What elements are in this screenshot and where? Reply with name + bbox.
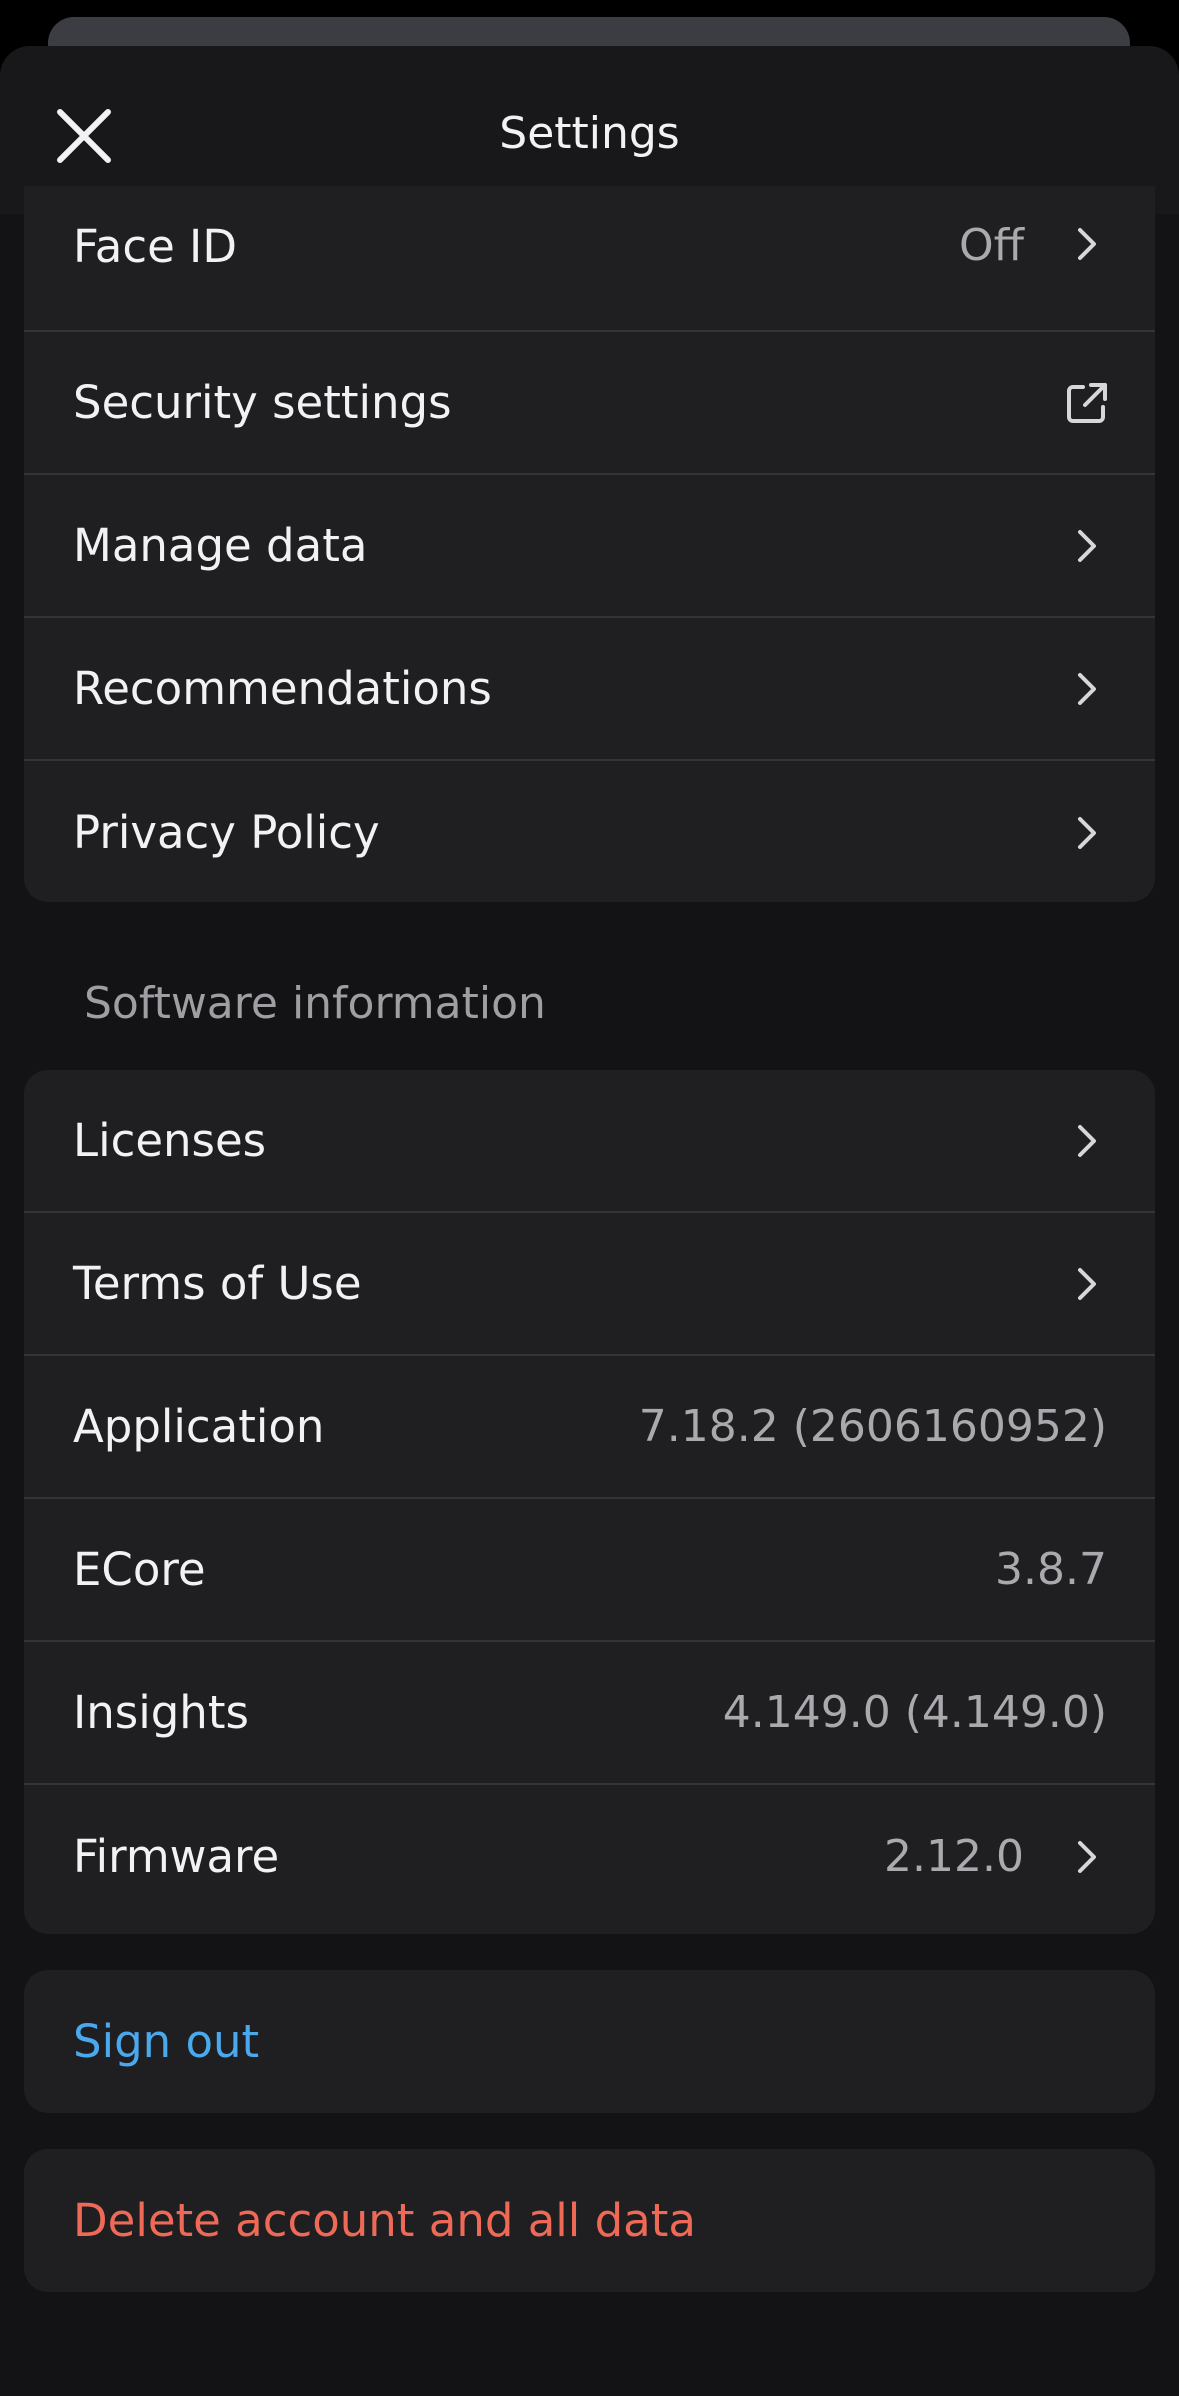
chevron-right-icon <box>1071 1121 1103 1161</box>
terms-of-use-row[interactable]: Terms of Use <box>24 1213 1155 1356</box>
close-button[interactable] <box>44 96 124 176</box>
firmware-version: 2.12.0 <box>884 1831 1024 1882</box>
external-link-icon <box>1067 382 1107 423</box>
delete-account-button[interactable]: Delete account and all data <box>24 2149 1155 2292</box>
chevron-right-icon <box>1071 224 1103 264</box>
sign-out-label: Sign out <box>73 2015 260 2068</box>
firmware-row[interactable]: Firmware 2.12.0 <box>24 1785 1155 1928</box>
section-title-software: Software information <box>84 978 546 1029</box>
ecore-version: 3.8.7 <box>995 1544 1107 1595</box>
manage-data-label: Manage data <box>73 519 368 572</box>
security-settings-row[interactable]: Security settings <box>24 332 1155 475</box>
delete-account-label: Delete account and all data <box>73 2194 696 2247</box>
chevron-right-icon <box>1071 669 1103 709</box>
terms-of-use-label: Terms of Use <box>73 1257 362 1310</box>
insights-label: Insights <box>73 1686 249 1739</box>
security-group: Face ID Off Security settings Manage dat… <box>24 186 1155 902</box>
close-icon <box>57 109 111 163</box>
face-id-row[interactable]: Face ID Off <box>24 186 1155 332</box>
licenses-label: Licenses <box>73 1114 267 1167</box>
recommendations-row[interactable]: Recommendations <box>24 618 1155 761</box>
software-group: Licenses Terms of Use Application 7.18.2… <box>24 1070 1155 1934</box>
ecore-label: ECore <box>73 1543 206 1596</box>
sign-out-button[interactable]: Sign out <box>24 1970 1155 2113</box>
settings-sheet: Settings Face ID Off Security settings M… <box>0 46 1179 2396</box>
insights-row: Insights 4.149.0 (4.149.0) <box>24 1642 1155 1785</box>
licenses-row[interactable]: Licenses <box>24 1070 1155 1213</box>
recommendations-label: Recommendations <box>73 662 492 715</box>
privacy-policy-row[interactable]: Privacy Policy <box>24 761 1155 902</box>
ecore-row: ECore 3.8.7 <box>24 1499 1155 1642</box>
manage-data-row[interactable]: Manage data <box>24 475 1155 618</box>
application-version: 7.18.2 (2606160952) <box>638 1401 1107 1452</box>
chevron-right-icon <box>1071 526 1103 566</box>
face-id-value: Off <box>959 220 1024 271</box>
privacy-policy-label: Privacy Policy <box>73 806 380 859</box>
security-settings-label: Security settings <box>73 376 452 429</box>
insights-version: 4.149.0 (4.149.0) <box>722 1687 1107 1738</box>
face-id-label: Face ID <box>73 220 237 273</box>
chevron-right-icon <box>1071 1837 1103 1877</box>
chevron-right-icon <box>1071 1264 1103 1304</box>
application-label: Application <box>73 1400 325 1453</box>
application-row: Application 7.18.2 (2606160952) <box>24 1356 1155 1499</box>
chevron-right-icon <box>1071 813 1103 853</box>
firmware-label: Firmware <box>73 1830 280 1883</box>
